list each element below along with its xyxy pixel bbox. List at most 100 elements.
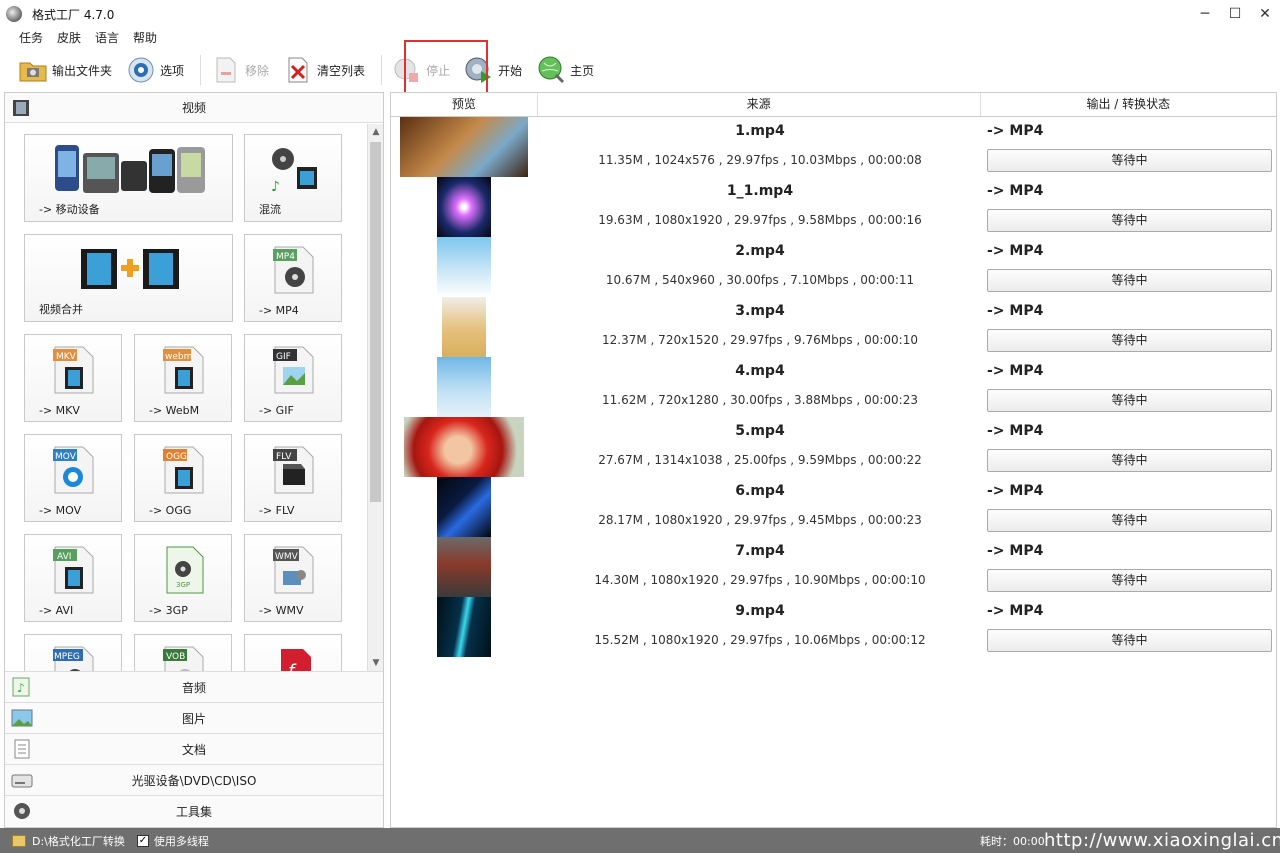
output-folder-button[interactable]: 输出文件夹 [14,52,116,88]
tile-video-merge[interactable]: 视频合并 [24,234,233,322]
webm-file-icon: webm [163,346,204,394]
video-thumbnail [437,177,491,237]
mp4-file-icon: MP4 [273,246,314,294]
tile-gif[interactable]: GIF -> GIF [244,334,342,422]
menu-tasks[interactable]: 任务 [12,28,50,48]
mov-file-icon: MOV [53,446,94,494]
scroll-thumb[interactable] [370,142,381,502]
wmv-file-icon: WMV [273,546,314,594]
category-disc-device[interactable]: 光驱设备\DVD\CD\ISO [5,764,383,795]
tile-mobile-device[interactable]: -> 移动设备 [24,134,233,222]
video-thumbnail [437,477,491,537]
status-button[interactable]: 等待中 [987,149,1272,172]
badge-text: MOV [55,452,77,462]
format-grid-scrollbar[interactable]: ▲ ▼ [367,124,383,671]
file-info: 11.35M , 1024x576 , 29.97fps , 10.03Mbps… [598,153,922,167]
start-label: 开始 [498,63,523,78]
badge-text: WMV [275,552,299,562]
output-format: -> MP4 [987,363,1044,379]
clear-list-button[interactable]: 清空列表 [279,52,369,88]
tile-label: -> FLV [259,504,295,517]
output-folder-label: 输出文件夹 [52,63,113,78]
tile-ogg[interactable]: OGG -> OGG [134,434,232,522]
task-row[interactable]: 4.mp4 11.62M , 720x1280 , 30.00fps , 3.8… [391,357,1276,417]
tools-icon [14,803,30,819]
badge-text: MPEG [54,652,80,662]
video-thumbnail [404,417,524,477]
remove-document-icon [216,57,236,83]
badge-text: AVI [57,552,71,562]
3gp-file-icon: 3GP [166,546,204,594]
status-button[interactable]: 等待中 [987,629,1272,652]
minimize-button[interactable]: ─ [1190,0,1220,28]
status-button[interactable]: 等待中 [987,329,1272,352]
task-row[interactable]: 1_1.mp4 19.63M , 1080x1920 , 29.97fps , … [391,177,1276,237]
home-label: 主页 [570,63,595,78]
scroll-up-arrow-icon[interactable]: ▲ [368,124,384,140]
status-button[interactable]: 等待中 [987,509,1272,532]
options-button[interactable]: 选项 [122,52,188,88]
output-path[interactable]: D:\格式化工厂转换 [32,833,125,849]
task-row[interactable]: 2.mp4 10.67M , 540x960 , 30.00fps , 7.10… [391,237,1276,297]
tile-flv[interactable]: FLV -> FLV [244,434,342,522]
remove-button[interactable]: 移除 [207,52,273,88]
task-row[interactable]: 1.mp4 11.35M , 1024x576 , 29.97fps , 10.… [391,117,1276,177]
tile-mux[interactable]: ♪ 混流 [244,134,342,222]
tile-mp4[interactable]: MP4 -> MP4 [244,234,342,322]
tile-mkv[interactable]: MKV -> MKV [24,334,122,422]
menu-language[interactable]: 语言 [88,28,126,48]
maximize-button[interactable]: ☐ [1220,0,1250,28]
scroll-down-arrow-icon[interactable]: ▼ [368,655,384,671]
task-row[interactable]: 5.mp4 27.67M , 1314x1038 , 25.00fps , 9.… [391,417,1276,477]
task-row[interactable]: 7.mp4 14.30M , 1080x1920 , 29.97fps , 10… [391,537,1276,597]
tile-wmv[interactable]: WMV -> WMV [244,534,342,622]
category-picture[interactable]: 图片 [5,702,383,733]
category-document-label: 文档 [181,742,206,757]
tile-mpeg[interactable]: MPEG [24,634,122,671]
menu-help[interactable]: 帮助 [126,28,164,48]
watermark-text: http://www.xiaoxinglai.cn [1044,830,1280,851]
category-document[interactable]: 文档 [5,733,383,764]
tile-mov[interactable]: MOV -> MOV [24,434,122,522]
tile-swf[interactable]: f [244,634,342,671]
folder-icon[interactable] [12,834,26,847]
tile-webm[interactable]: webm -> WebM [134,334,232,422]
status-button[interactable]: 等待中 [987,269,1272,292]
status-button[interactable]: 等待中 [987,389,1272,412]
tile-label: -> 3GP [149,604,188,617]
close-button[interactable]: ✕ [1250,0,1280,28]
conversion-panel: 视频 -> 移动设备 ♪ 混流 视频合并 MP4 -> MP4 MKV -> M… [4,92,384,828]
file-info: 28.17M , 1080x1920 , 29.97fps , 9.45Mbps… [598,513,922,527]
app-logo-icon [6,6,22,22]
status-button[interactable]: 等待中 [987,449,1272,472]
category-picture-label: 图片 [181,711,206,726]
output-format: -> MP4 [987,123,1044,139]
tile-label: -> MP4 [259,304,299,317]
home-button[interactable]: 主页 [532,52,598,88]
tile-label: -> MKV [39,404,80,417]
category-tools[interactable]: 工具集 [5,795,383,826]
task-row[interactable]: 9.mp4 15.52M , 1080x1920 , 29.97fps , 10… [391,597,1276,657]
category-video[interactable]: 视频 [5,93,383,123]
output-format: -> MP4 [987,423,1044,439]
file-name: 6.mp4 [735,483,785,499]
tile-vob[interactable]: VOB [134,634,232,671]
vob-file-icon: VOB [163,646,204,671]
badge-text: VOB [166,652,185,662]
badge-text: FLV [276,452,292,462]
task-row[interactable]: 6.mp4 28.17M , 1080x1920 , 29.97fps , 9.… [391,477,1276,537]
task-row[interactable]: 3.mp4 12.37M , 720x1520 , 29.97fps , 9.7… [391,297,1276,357]
picture-icon [11,709,33,727]
menu-skin[interactable]: 皮肤 [50,28,88,48]
column-output-status[interactable]: 输出 / 转换状态 [981,93,1276,116]
column-source[interactable]: 来源 [538,93,981,116]
category-audio[interactable]: ♪ 音频 [5,671,383,702]
column-preview[interactable]: 预览 [391,93,538,116]
status-button[interactable]: 等待中 [987,569,1272,592]
status-button[interactable]: 等待中 [987,209,1272,232]
file-name: 9.mp4 [735,603,785,619]
tile-3gp[interactable]: 3GP -> 3GP [134,534,232,622]
tile-avi[interactable]: AVI -> AVI [24,534,122,622]
multithread-checkbox[interactable]: ✓ [136,834,149,847]
mkv-file-icon: MKV [53,346,94,394]
